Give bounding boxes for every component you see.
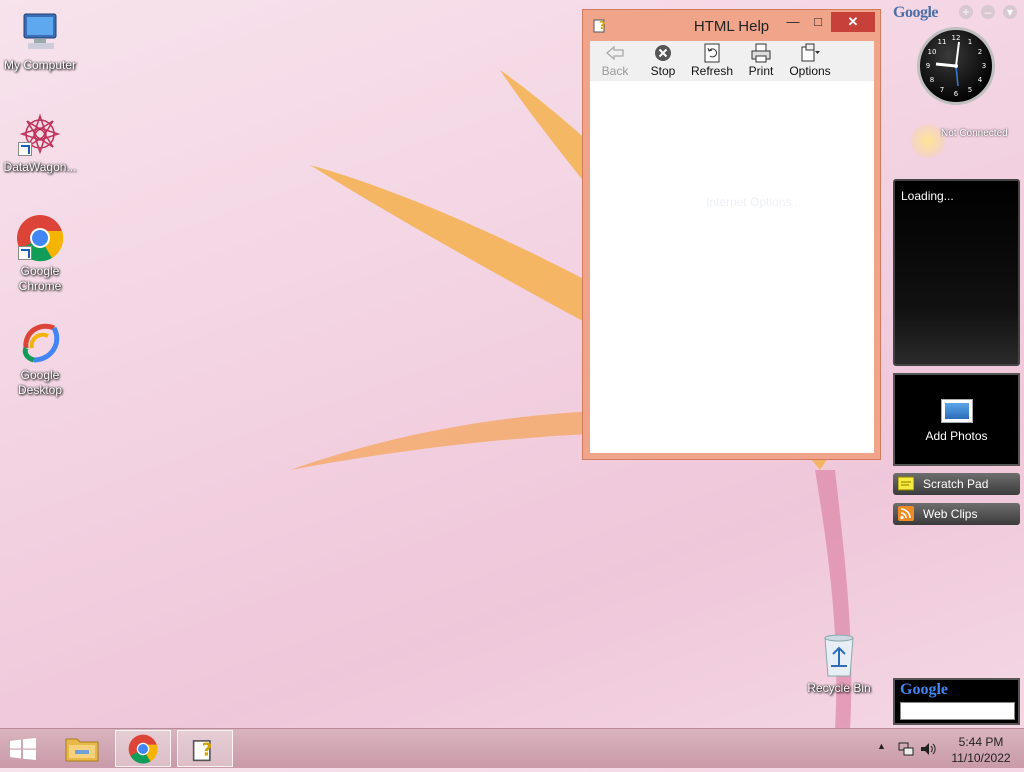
help-toolbar: Back Stop Refresh Print Options xyxy=(590,41,874,81)
refresh-label: Refresh xyxy=(690,64,734,78)
svg-text:10: 10 xyxy=(928,48,937,56)
desktop-icon-google-desktop[interactable]: Google Desktop xyxy=(0,318,80,398)
desktop-icon-label: My Computer xyxy=(3,58,77,72)
taskbar-html-help[interactable]: ? xyxy=(177,730,233,767)
stop-button[interactable]: Stop xyxy=(641,43,685,78)
taskbar: ? ▲ 5:44 PM 11/10/2022 xyxy=(0,728,1024,768)
svg-text:1: 1 xyxy=(968,38,972,46)
web-clips-gadget[interactable]: Web Clips xyxy=(893,503,1020,525)
taskbar-google-chrome[interactable] xyxy=(115,730,171,767)
shortcut-arrow-icon xyxy=(18,246,32,260)
add-photos-label: Add Photos xyxy=(925,429,988,443)
taskbar-file-explorer[interactable] xyxy=(54,730,110,767)
taskbar-date: 11/10/2022 xyxy=(951,751,1011,765)
scratch-pad-label: Scratch Pad xyxy=(923,477,989,491)
options-icon xyxy=(799,43,821,63)
svg-text:9: 9 xyxy=(926,62,930,70)
svg-text:7: 7 xyxy=(940,86,944,94)
stop-label: Stop xyxy=(650,64,676,78)
web-clips-label: Web Clips xyxy=(923,507,978,521)
ghost-menu-text: Internet Options... xyxy=(706,195,802,209)
photos-gadget[interactable]: Add Photos xyxy=(893,373,1020,466)
desktop-icon-label: Google Chrome xyxy=(18,264,62,293)
rss-icon xyxy=(898,506,914,521)
datawagon-icon xyxy=(16,110,64,158)
svg-text:11: 11 xyxy=(938,38,947,46)
desktop-icon-google-chrome[interactable]: Google Chrome xyxy=(0,214,80,294)
connection-status: Not Connected xyxy=(941,128,1008,139)
volume-icon[interactable] xyxy=(920,742,938,756)
google-search-logo: Google xyxy=(900,681,948,699)
back-label: Back xyxy=(601,64,629,78)
svg-text:6: 6 xyxy=(954,90,959,98)
options-label: Options xyxy=(789,64,831,78)
options-button[interactable]: Options xyxy=(788,43,832,78)
help-content-pane[interactable]: Internet Options... xyxy=(590,81,874,453)
svg-text:8: 8 xyxy=(930,76,934,84)
google-sidebar-logo: Google xyxy=(893,4,939,21)
scratch-pad-gadget[interactable]: Scratch Pad xyxy=(893,473,1020,495)
window-title-bar[interactable]: ? HTML Help — □ ✕ xyxy=(583,10,880,40)
google-desktop-icon xyxy=(16,318,64,366)
desktop-icon-label: DataWagon... xyxy=(3,160,77,174)
news-gadget[interactable]: Loading... xyxy=(893,179,1020,366)
google-search-input[interactable] xyxy=(900,702,1015,720)
photo-icon xyxy=(940,399,973,423)
svg-text:12: 12 xyxy=(952,34,961,42)
search-logo-text: Google xyxy=(900,681,948,698)
clock-face-icon: 12 12 3 45 6 78 9 1011 xyxy=(926,34,986,98)
sidebar-options-icon[interactable]: ▾ xyxy=(1003,5,1017,19)
computer-icon xyxy=(16,8,64,56)
close-button[interactable]: ✕ xyxy=(831,12,875,32)
taskbar-time: 5:44 PM xyxy=(958,735,1004,749)
printer-icon xyxy=(750,43,772,63)
desktop-icon-recycle-bin[interactable]: Recycle Bin xyxy=(806,632,872,695)
svg-text:4: 4 xyxy=(978,76,983,84)
network-icon[interactable] xyxy=(898,742,914,756)
google-search-gadget: Google xyxy=(893,678,1020,725)
svg-text:3: 3 xyxy=(982,62,986,70)
note-icon xyxy=(898,476,914,491)
minimize-button[interactable]: — xyxy=(780,12,806,32)
taskbar-clock[interactable]: 5:44 PM 11/10/2022 xyxy=(944,734,1018,766)
folder-icon xyxy=(65,738,99,762)
shortcut-arrow-icon xyxy=(18,142,32,156)
print-button[interactable]: Print xyxy=(739,43,783,78)
clock-gadget[interactable]: 12 1 2 3 45 6 78 9 10 11 xyxy=(917,27,995,105)
show-hidden-icons-icon[interactable]: ▲ xyxy=(877,741,886,751)
html-help-window[interactable]: ? HTML Help — □ ✕ Back Stop Refresh Prin… xyxy=(582,9,881,460)
print-label: Print xyxy=(748,64,774,78)
refresh-icon xyxy=(701,43,723,63)
svg-text:?: ? xyxy=(202,740,212,761)
desktop-icon-my-computer[interactable]: My Computer xyxy=(0,8,80,73)
back-arrow-icon xyxy=(604,43,626,63)
chrome-icon xyxy=(16,214,64,262)
chrome-icon xyxy=(128,734,158,764)
desktop-icon-datawagon[interactable]: DataWagon... xyxy=(0,110,80,175)
sidebar-menu-icon[interactable]: – xyxy=(981,5,995,19)
loading-text: Loading... xyxy=(901,189,954,203)
back-button[interactable]: Back xyxy=(593,43,637,78)
help-icon: ? xyxy=(192,740,212,762)
recycle-bin-label: Recycle Bin xyxy=(807,681,871,695)
connection-orb-icon xyxy=(911,124,945,158)
refresh-button[interactable]: Refresh xyxy=(690,43,734,78)
recycle-bin-icon xyxy=(824,634,854,677)
maximize-button[interactable]: □ xyxy=(805,12,831,32)
add-gadget-icon[interactable]: + xyxy=(959,5,973,19)
stop-icon xyxy=(652,43,674,63)
svg-text:2: 2 xyxy=(978,48,982,56)
windows-start-icon[interactable] xyxy=(9,738,37,760)
svg-text:5: 5 xyxy=(968,86,972,94)
desktop-icon-label: Google Desktop xyxy=(17,368,63,397)
